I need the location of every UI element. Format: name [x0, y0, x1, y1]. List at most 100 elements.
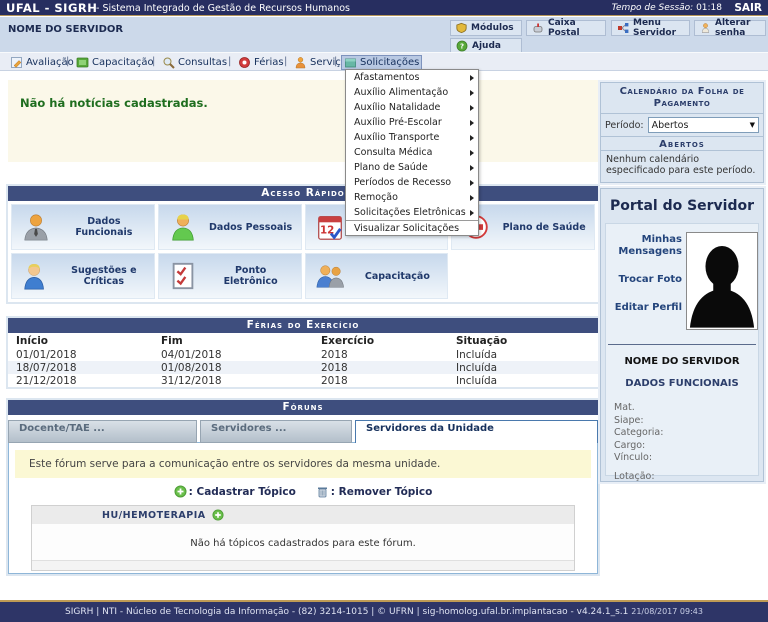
dropdown-label: Remoção [354, 192, 398, 203]
tile-ponto-eletronico[interactable]: Ponto Eletrônico [158, 253, 302, 299]
cell-exercicio: 2018 [313, 361, 448, 374]
tile-dados-pessoais[interactable]: Dados Pessoais [158, 204, 302, 250]
evaluation-icon [10, 56, 23, 69]
session-label: Tempo de Sessão: [612, 3, 694, 13]
silhouette-icon [687, 233, 757, 329]
dropdown-item-periodos-de-recesso[interactable]: Períodos de Recesso [346, 175, 478, 190]
dropdown-item-visualizar-solicitacoes[interactable]: Visualizar Solicitações [346, 220, 478, 235]
system-subtitle: - Sistema Integrado de Gestão de Recurso… [96, 3, 350, 14]
training-icon [76, 56, 89, 69]
ferias-col-exercicio: Exercício [313, 333, 448, 348]
menu-separator: | [284, 56, 287, 67]
forum-group-footer [32, 560, 574, 570]
tile-dados-funcionais[interactable]: Dados Funcionais [11, 204, 155, 250]
menu-servidor-button[interactable]: Menu Servidor [611, 20, 690, 36]
footer-bar: SIGRH | NTI - Núcleo de Tecnologia da In… [0, 602, 768, 622]
tile-label: Ponto Eletrônico [207, 265, 301, 287]
dropdown-item-auxilio-natalidade[interactable]: Auxílio Natalidade [346, 100, 478, 115]
submenu-arrow-icon [470, 120, 474, 126]
cell-inicio: 21/12/2018 [8, 374, 153, 387]
menu-item-capacitacao[interactable]: Capacitação [74, 55, 156, 70]
legend-remover: : Remover Tópico [316, 485, 433, 498]
session-timer: Tempo de Sessão: 01:18 [612, 3, 722, 13]
submenu-arrow-icon [470, 150, 474, 156]
submenu-arrow-icon [470, 135, 474, 141]
dropdown-item-consulta-medica[interactable]: Consulta Médica [346, 145, 478, 160]
cell-fim: 01/08/2018 [153, 361, 313, 374]
dropdown-item-auxilio-pre-escolar[interactable]: Auxílio Pré-Escolar [346, 115, 478, 130]
user-bar: NOME DO SERVIDOR Módulos Caixa Postal Me… [0, 17, 768, 52]
dropdown-label: Auxílio Pré-Escolar [354, 117, 442, 128]
period-label: Período: [605, 120, 644, 131]
dropdown-label: Consulta Médica [354, 147, 432, 158]
dropdown-item-auxilio-transporte[interactable]: Auxílio Transporte [346, 130, 478, 145]
modulos-label: Módulos [471, 23, 514, 33]
tab-servidores[interactable]: Servidores ... [200, 420, 352, 443]
session-time: 01:18 [696, 3, 722, 13]
forum-legend: : Cadastrar Tópico : Remover Tópico [9, 485, 597, 498]
tab-docente-tae[interactable]: Docente/TAE ... [8, 420, 197, 443]
menu-nodes-icon [617, 22, 629, 34]
period-row: Período: Abertos ▼ [601, 114, 763, 136]
remove-topic-icon[interactable] [316, 485, 329, 498]
menu-item-ferias[interactable]: Férias [236, 55, 286, 70]
tile-sugestoes-criticas[interactable]: Sugestões e Críticas [11, 253, 155, 299]
person-icon [294, 56, 307, 69]
person-headset-icon [12, 261, 60, 291]
add-topic-icon[interactable] [174, 485, 187, 498]
dropdown-item-afastamentos[interactable]: Afastamentos [346, 70, 478, 85]
dropdown-item-remocao[interactable]: Remoção [346, 190, 478, 205]
footer-text: SIGRH | NTI - Núcleo de Tecnologia da In… [65, 607, 628, 617]
link-minhas-mensagens[interactable]: Minhas Mensagens [606, 234, 682, 258]
period-selected-value: Abertos [652, 120, 689, 131]
link-trocar-foto[interactable]: Trocar Foto [606, 274, 682, 286]
field-lotacao: Lotação: [614, 471, 663, 484]
menu-servidor-label: Menu Servidor [633, 18, 684, 38]
quick-access-title: Acesso Rápido [8, 186, 598, 201]
logout-link[interactable]: SAIR [734, 2, 762, 14]
dropdown-item-plano-de-saude[interactable]: Plano de Saúde [346, 160, 478, 175]
dropdown-item-solicitacoes-eletronicas[interactable]: Solicitações Eletrônicas [346, 205, 478, 220]
menu-label: Capacitação [92, 57, 154, 68]
menu-label: Solicitações [360, 57, 419, 68]
dropdown-item-auxilio-alimentacao[interactable]: Auxílio Alimentação [346, 85, 478, 100]
period-select[interactable]: Abertos ▼ [648, 117, 759, 133]
menu-label: Férias [254, 57, 284, 68]
cell-fim: 31/12/2018 [153, 374, 313, 387]
field-cargo: Cargo: [614, 440, 663, 453]
svg-text:?: ? [460, 43, 464, 51]
link-editar-perfil[interactable]: Editar Perfil [606, 302, 682, 314]
portal-links: Minhas Mensagens Trocar Foto Editar Perf… [606, 234, 682, 330]
ferias-col-inicio: Início [8, 333, 153, 348]
lifebuoy-icon [238, 56, 251, 69]
menu-item-consultas[interactable]: Consultas [160, 55, 229, 70]
caixa-postal-button[interactable]: Caixa Postal [526, 20, 606, 36]
cell-exercicio: 2018 [313, 374, 448, 387]
footer-datetime: 21/08/2017 09:43 [631, 607, 703, 616]
submenu-arrow-icon [470, 90, 474, 96]
tile-capacitacao[interactable]: Capacitação [305, 253, 449, 299]
user-name: NOME DO SERVIDOR [8, 24, 123, 35]
payroll-calendar-panel: Calendário da Folha de Pagamento Período… [600, 82, 764, 183]
modulos-button[interactable]: Módulos [450, 20, 522, 36]
shield-icon [456, 22, 467, 34]
portal-title: Portal do Servidor [601, 189, 763, 214]
top-bar: UFAL - SIGRH - Sistema Integrado de Gest… [0, 0, 768, 16]
ferias-col-situacao: Situação [448, 333, 598, 348]
add-topic-icon[interactable] [212, 509, 224, 521]
cell-inicio: 01/01/2018 [8, 348, 153, 361]
table-row: 18/07/2018 01/08/2018 2018 Incluída [8, 361, 598, 374]
cell-situacao: Incluída [448, 361, 598, 374]
table-row: 21/12/2018 31/12/2018 2018 Incluída [8, 374, 598, 387]
submenu-arrow-icon [470, 105, 474, 111]
caixa-postal-label: Caixa Postal [548, 18, 600, 38]
sigrh-portal-screen: UFAL - SIGRH - Sistema Integrado de Gest… [0, 0, 768, 622]
field-vinculo: Vínculo: [614, 452, 663, 465]
forum-group-name: HU/HEMOTERAPIA [102, 510, 206, 521]
avatar [686, 232, 758, 330]
search-icon [162, 56, 175, 69]
menu-item-solicitacoes[interactable]: Solicitações [341, 55, 422, 70]
tab-servidores-da-unidade[interactable]: Servidores da Unidade [355, 420, 598, 443]
alterar-senha-button[interactable]: Alterar senha [694, 20, 766, 36]
legend-remover-label: : Remover Tópico [331, 486, 433, 498]
